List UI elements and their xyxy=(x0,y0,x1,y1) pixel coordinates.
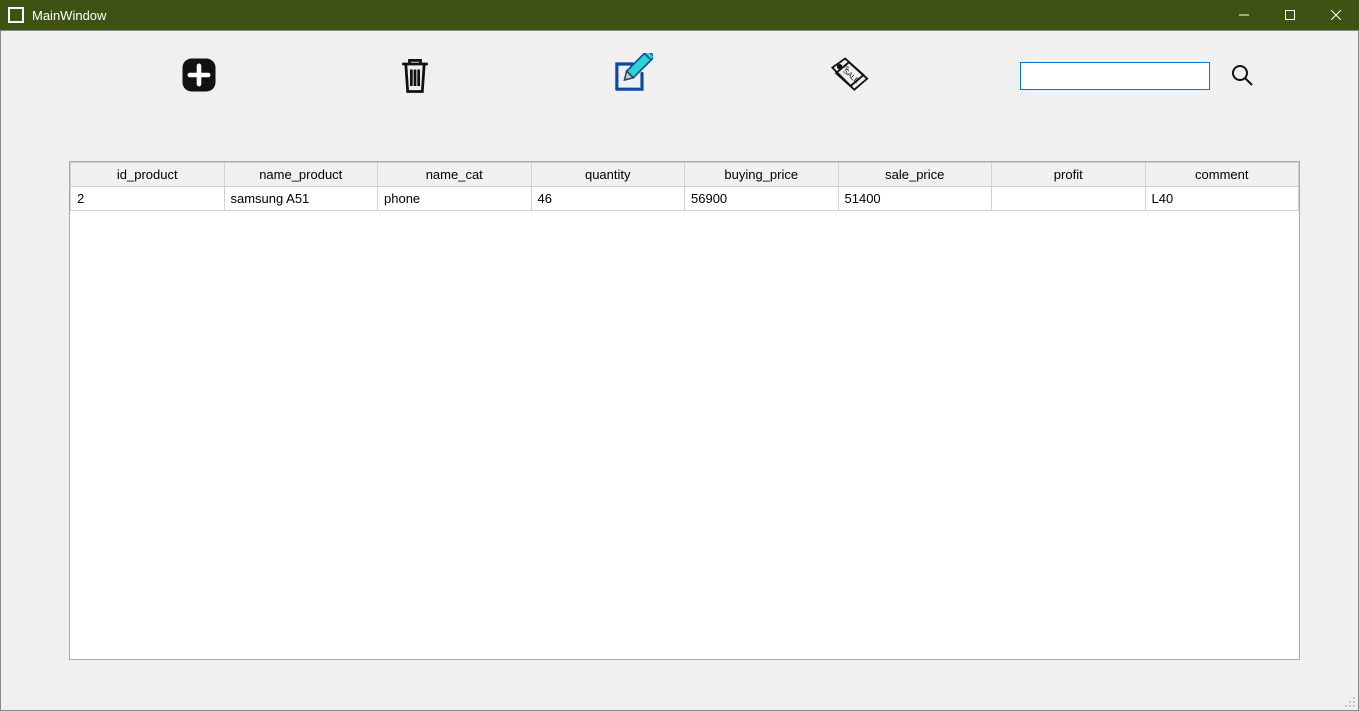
edit-icon xyxy=(609,53,653,100)
window-title: MainWindow xyxy=(32,8,106,23)
edit-button[interactable] xyxy=(601,46,661,106)
cell-name-cat[interactable]: phone xyxy=(378,187,532,211)
col-quantity[interactable]: quantity xyxy=(531,163,685,187)
cell-profit[interactable] xyxy=(992,187,1146,211)
cell-buying-price[interactable]: 56900 xyxy=(685,187,839,211)
cell-comment[interactable]: L40 xyxy=(1145,187,1299,211)
titlebar: MainWindow xyxy=(0,0,1359,30)
resize-grip[interactable] xyxy=(1342,694,1356,708)
delete-button[interactable] xyxy=(389,50,441,102)
col-profit[interactable]: profit xyxy=(992,163,1146,187)
cell-name-product[interactable]: samsung A51 xyxy=(224,187,378,211)
maximize-button[interactable] xyxy=(1267,0,1313,30)
close-button[interactable] xyxy=(1313,0,1359,30)
cell-id-product[interactable]: 2 xyxy=(71,187,225,211)
sale-tag-icon: SALE % xyxy=(825,53,869,100)
toolbar: SALE % xyxy=(1,31,1358,121)
col-id-product[interactable]: id_product xyxy=(71,163,225,187)
search-icon xyxy=(1230,63,1254,90)
col-buying-price[interactable]: buying_price xyxy=(685,163,839,187)
add-button[interactable] xyxy=(173,50,225,102)
app-icon xyxy=(8,7,24,23)
client-area: SALE % xyxy=(0,30,1359,711)
col-comment[interactable]: comment xyxy=(1145,163,1299,187)
cell-quantity[interactable]: 46 xyxy=(531,187,685,211)
table-row[interactable]: 2 samsung A51 phone 46 56900 51400 L40 xyxy=(71,187,1299,211)
trash-icon xyxy=(393,53,437,100)
plus-icon xyxy=(177,53,221,100)
col-name-cat[interactable]: name_cat xyxy=(378,163,532,187)
search-input[interactable] xyxy=(1020,62,1210,90)
table-header-row: id_product name_product name_cat quantit… xyxy=(71,163,1299,187)
col-name-product[interactable]: name_product xyxy=(224,163,378,187)
cell-sale-price[interactable]: 51400 xyxy=(838,187,992,211)
search-button[interactable] xyxy=(1226,60,1258,92)
col-sale-price[interactable]: sale_price xyxy=(838,163,992,187)
minimize-button[interactable] xyxy=(1221,0,1267,30)
sale-button[interactable]: SALE % xyxy=(821,50,873,102)
product-table[interactable]: id_product name_product name_cat quantit… xyxy=(69,161,1300,660)
